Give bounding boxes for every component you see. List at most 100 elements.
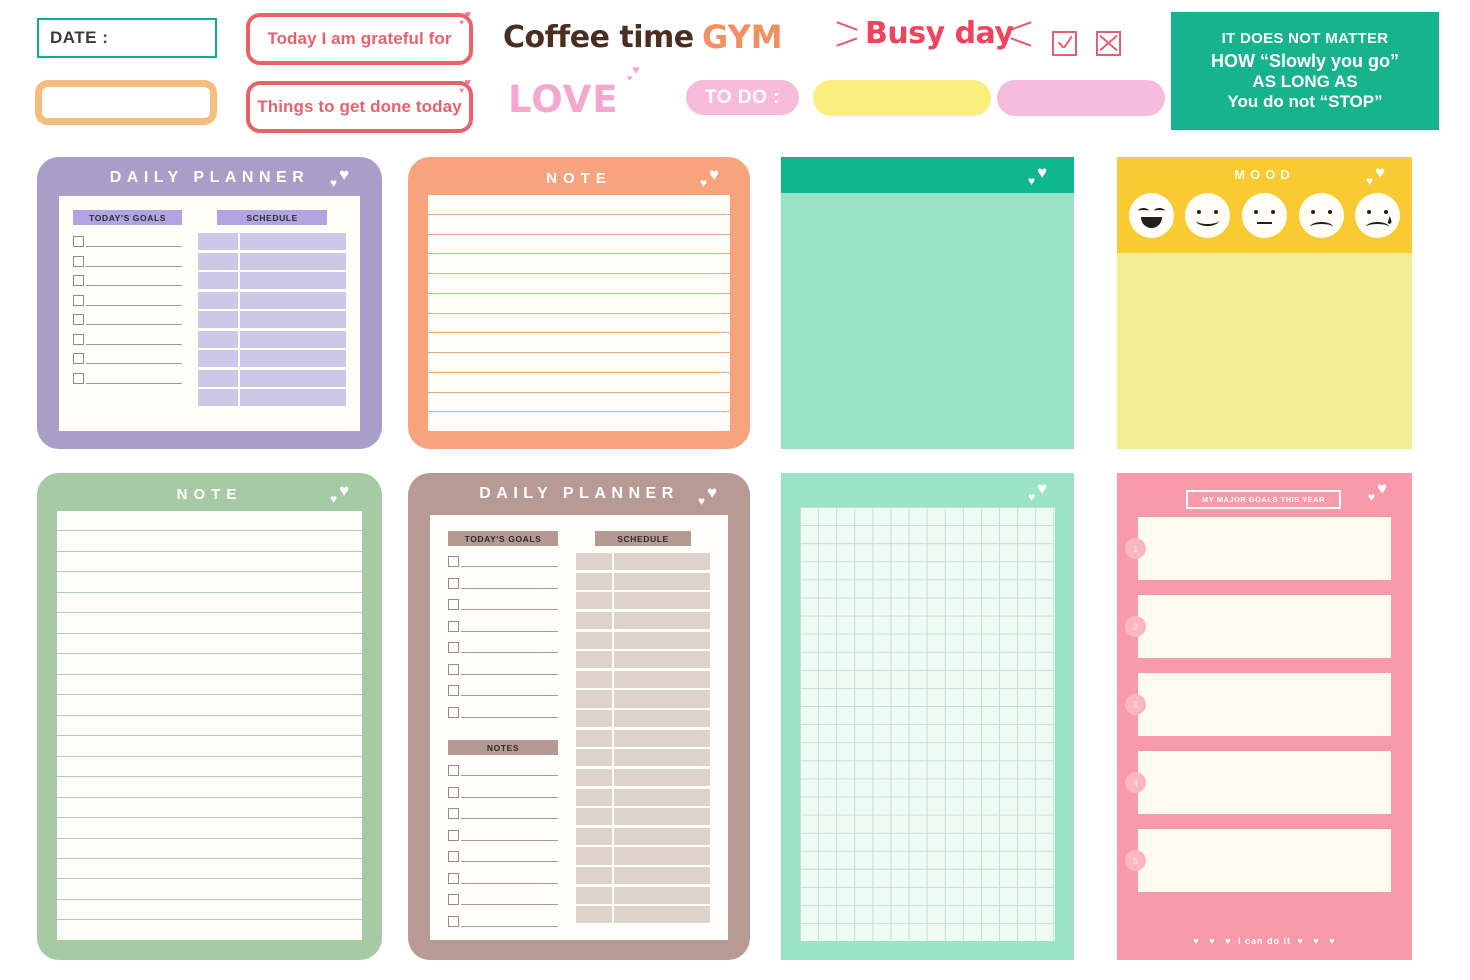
schedule-entry-cell[interactable] (240, 291, 346, 309)
note-write-line[interactable] (428, 254, 730, 274)
daily-planner-card-purple[interactable]: DAILY PLANNER ♥ ♥ TODAY'S GOALS SCHEDULE (37, 157, 382, 449)
goal-row[interactable] (73, 272, 183, 286)
note-write-line[interactable] (428, 195, 730, 215)
schedule-row[interactable] (576, 651, 710, 669)
schedule-entry-cell[interactable] (240, 311, 346, 328)
goal-write-line[interactable] (86, 336, 183, 345)
goal-write-box[interactable] (1138, 751, 1391, 814)
schedule-row[interactable] (576, 729, 710, 747)
blank-pink-bar-sticker[interactable] (997, 80, 1165, 116)
blank-orange-pill-sticker[interactable] (35, 80, 217, 125)
note-write-line[interactable] (57, 613, 362, 634)
schedule-row[interactable] (576, 611, 710, 629)
goal-write-line[interactable] (461, 623, 559, 632)
schedule-row[interactable] (198, 291, 346, 309)
goal-row[interactable] (73, 370, 183, 384)
schedule-row[interactable] (576, 749, 710, 767)
schedule-row[interactable] (576, 906, 710, 924)
goal-row[interactable] (448, 785, 559, 798)
schedule-entry-cell[interactable] (240, 330, 346, 348)
goal-write-line[interactable] (461, 687, 559, 696)
note-write-line[interactable] (428, 294, 730, 314)
schedule-row[interactable] (198, 252, 346, 270)
schedule-row[interactable] (576, 592, 710, 610)
goal-checkbox[interactable] (448, 556, 459, 567)
schedule-time-cell[interactable] (198, 291, 239, 309)
schedule-time-cell[interactable] (576, 808, 613, 826)
goal-checkbox[interactable] (448, 685, 459, 696)
schedule-entry-cell[interactable] (240, 350, 346, 367)
note-sheet[interactable] (57, 511, 362, 940)
motivational-quote-sticker[interactable]: IT DOES NOT MATTER HOW “Slowly you go” A… (1171, 12, 1439, 130)
checkbox-crossed-icon[interactable] (1096, 31, 1121, 56)
goal-row[interactable] (73, 253, 183, 267)
goal-row[interactable] (448, 662, 559, 675)
note-write-line[interactable] (57, 593, 362, 614)
schedule-time-cell[interactable] (198, 330, 239, 348)
schedule-entry-cell[interactable] (614, 808, 710, 826)
love-word-sticker[interactable]: LOVE (508, 78, 619, 121)
schedule-time-cell[interactable] (198, 233, 239, 250)
schedule-entry-cell[interactable] (614, 847, 710, 865)
goal-row[interactable] (448, 576, 559, 589)
goal-write-line[interactable] (461, 810, 559, 819)
schedule-entry-cell[interactable] (614, 690, 710, 708)
note-write-line[interactable] (57, 839, 362, 859)
schedule-row[interactable] (576, 847, 710, 865)
schedule-row[interactable] (576, 690, 710, 708)
goal-entry[interactable]: 4 (1117, 751, 1412, 814)
goal-checkbox[interactable] (448, 642, 459, 653)
schedule-row[interactable] (576, 867, 710, 885)
schedule-row[interactable] (576, 670, 710, 688)
goal-row[interactable] (73, 350, 183, 364)
schedule-time-cell[interactable] (576, 670, 613, 688)
note-write-line[interactable] (428, 373, 730, 393)
note-write-line[interactable] (57, 798, 362, 819)
sad-face-icon[interactable] (1298, 193, 1344, 238)
goal-entry[interactable]: 2 (1117, 595, 1412, 658)
note-write-line[interactable] (57, 757, 362, 778)
schedule-entry-cell[interactable] (614, 768, 710, 786)
gym-word-sticker[interactable]: GYM (702, 18, 783, 56)
schedule-row[interactable] (198, 272, 346, 289)
schedule-entry-cell[interactable] (240, 389, 346, 406)
goal-write-line[interactable] (86, 258, 183, 267)
crying-face-icon[interactable] (1355, 193, 1401, 238)
schedule-entry-cell[interactable] (614, 572, 710, 590)
goal-write-line[interactable] (461, 918, 559, 927)
note-write-line[interactable] (428, 333, 730, 353)
goal-row[interactable] (448, 597, 559, 610)
note-sheet[interactable] (428, 195, 730, 431)
goal-checkbox[interactable] (448, 786, 459, 798)
schedule-row[interactable] (198, 350, 346, 367)
schedule-row[interactable] (576, 768, 710, 786)
schedule-time-cell[interactable] (576, 651, 613, 669)
goal-checkbox[interactable] (448, 599, 459, 610)
goal-checkbox[interactable] (448, 829, 459, 841)
goal-checkbox[interactable] (448, 894, 459, 905)
goal-checkbox[interactable] (448, 915, 459, 927)
note-write-line[interactable] (57, 716, 362, 737)
note-write-line[interactable] (428, 393, 730, 413)
schedule-row[interactable] (198, 233, 346, 250)
schedule-time-cell[interactable] (576, 847, 613, 865)
goal-write-line[interactable] (86, 355, 183, 364)
schedule-row[interactable] (198, 311, 346, 328)
goal-checkbox[interactable] (448, 872, 459, 884)
note-card-orange[interactable]: NOTE ♥ ♥ (408, 157, 750, 449)
schedule-entry-cell[interactable] (614, 710, 710, 728)
schedule-entry-cell[interactable] (614, 592, 710, 610)
goal-write-line[interactable] (86, 238, 183, 247)
schedule-time-cell[interactable] (576, 729, 613, 747)
goal-checkbox[interactable] (448, 706, 459, 718)
schedule-entry-cell[interactable] (614, 729, 710, 747)
schedule-time-cell[interactable] (576, 867, 613, 885)
schedule-time-cell[interactable] (576, 827, 613, 845)
happy-laughing-face-icon[interactable] (1128, 193, 1174, 238)
note-write-line[interactable] (57, 552, 362, 573)
schedule-entry-cell[interactable] (614, 670, 710, 688)
schedule-row[interactable] (576, 788, 710, 806)
note-write-line[interactable] (57, 900, 362, 921)
goal-row[interactable] (73, 331, 183, 345)
goal-checkbox[interactable] (73, 372, 84, 384)
